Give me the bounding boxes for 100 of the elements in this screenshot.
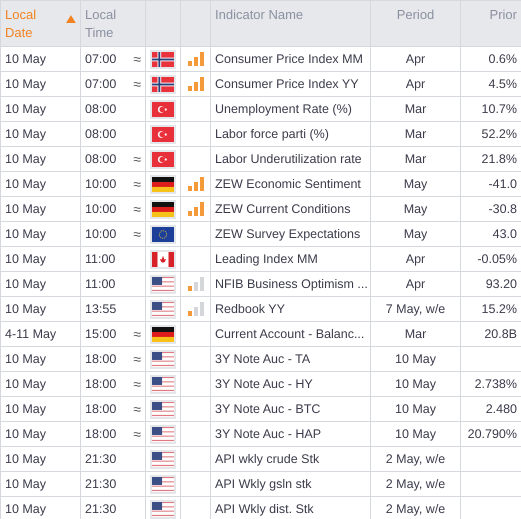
- country-flag-icon: [150, 350, 176, 368]
- period-cell: Apr: [370, 46, 460, 72]
- indicator-name-cell: 3Y Note Auc - BTC: [210, 396, 370, 422]
- time-text: 08:00: [85, 152, 116, 166]
- period-cell: 10 May: [370, 372, 460, 396]
- country-flag-icon: [150, 74, 176, 94]
- period-cell: 10 May: [370, 346, 460, 372]
- time-text: 15:00: [85, 327, 116, 341]
- time-text: 18:00: [85, 427, 116, 441]
- country-flag-icon: [150, 200, 176, 218]
- date-cell: 10 May: [0, 496, 80, 519]
- date-cell: 10 May: [0, 72, 80, 96]
- approximate-mark: ≈: [133, 51, 141, 67]
- indicator-name-cell: Labor Underutilization rate: [210, 146, 370, 172]
- date-cell: 10 May: [0, 372, 80, 396]
- column-header[interactable]: [146, 0, 180, 46]
- indicator-name-cell: ZEW Economic Sentiment: [210, 172, 370, 196]
- period-cell: 2 May, w/e: [370, 472, 460, 496]
- date-cell: 10 May: [0, 172, 80, 196]
- country-flag-icon: [150, 500, 176, 518]
- approximate-mark: ≈: [133, 201, 141, 217]
- column-header[interactable]: Prior: [460, 0, 521, 46]
- indicator-name-cell: Current Account - Balanc...: [210, 322, 370, 346]
- sort-ascending-icon: [66, 14, 76, 23]
- period-cell: Mar: [370, 322, 460, 346]
- date-cell: 10 May: [0, 422, 80, 446]
- period-cell: Mar: [370, 146, 460, 172]
- date-cell: 10 May: [0, 272, 80, 296]
- approximate-mark: ≈: [133, 326, 141, 342]
- date-cell: 10 May: [0, 346, 80, 372]
- period-cell: Mar: [370, 122, 460, 146]
- approximate-mark: ≈: [133, 226, 141, 242]
- indicator-name-cell: 3Y Note Auc - HY: [210, 372, 370, 396]
- country-flag-icon: [150, 400, 176, 418]
- country-flag-icon: [150, 324, 176, 344]
- country-flag-icon: [150, 50, 176, 68]
- indicator-name-cell: API Wkly gsln stk: [210, 472, 370, 496]
- date-cell: 10 May: [0, 396, 80, 422]
- time-text: 11:00: [85, 252, 116, 266]
- indicator-name-cell: API wkly crude Stk: [210, 446, 370, 472]
- period-cell: 7 May, w/e: [370, 296, 460, 322]
- date-cell: 4-11 May: [0, 322, 80, 346]
- approximate-mark: ≈: [133, 151, 141, 167]
- country-flag-icon: [150, 450, 176, 468]
- country-flag-icon: [150, 174, 176, 194]
- country-flag-icon: [150, 374, 176, 394]
- indicator-name-cell: ZEW Survey Expectations: [210, 222, 370, 246]
- date-cell: 10 May: [0, 472, 80, 496]
- country-flag-icon: [150, 274, 176, 294]
- indicator-name-cell: Leading Index MM: [210, 246, 370, 272]
- period-cell: Mar: [370, 96, 460, 122]
- importance-meter: [188, 277, 204, 291]
- approximate-mark: ≈: [133, 376, 141, 392]
- time-text: 18:00: [85, 377, 116, 391]
- date-cell: 10 May: [0, 46, 80, 72]
- period-cell: Apr: [370, 246, 460, 272]
- time-text: 21:30: [85, 502, 116, 516]
- date-cell: 10 May: [0, 96, 80, 122]
- country-flag-icon: [150, 250, 176, 268]
- indicator-name-cell: Consumer Price Index MM: [210, 46, 370, 72]
- country-flag-icon: [150, 224, 176, 244]
- importance-meter: [188, 77, 204, 91]
- time-text: 13:55: [85, 302, 116, 316]
- calendar-table: Local Date Local Time Indicator Name Period Prior 10 May 07:00 ≈ Consumer Price Index MM Apr 0.6% 10 May 07:00 ≈ Consumer Price Index YY Apr 4.5% 10 May 08:00 Unemployment Rate (%) Mar 10.7% 10 May 08:00 Labor force parti (%) Mar 52.2% 10 May 08:00 ≈ Labor Underutilization rate Mar 21.8% 10 May 10:00 ≈ ZEW Economic Sentiment May -41.0 10 May 10:00 ≈ ZEW Current Conditions May -30.8 10 May 10:00 ≈ ZEW Survey Expectations May 43.0 10 May 11:00 Leading Index MM Apr -0.05% 10 May 11:00 NFIB Business Optimism ... Apr 93.20 10 May 13:55 Redbook YY 7 May, w/e 15.2% 4-11 May 15:00 ≈ Current Account - Balanc... Mar 20.8B 10 May 18:00 ≈ 3Y Note Auc - TA 10 May 10 May 18:00 ≈ 3Y Note Auc - HY 10 May 2.738% 10 May 18:00 ≈ 3Y Note Auc - BTC 10 May 2.480 10 May 18:00 ≈ 3Y Note Auc - HAP 10 May 20.790% 10 May 21:30 API wkly crude Stk 2 May, w/e 10 May 21:30 API Wkly gsln stk 2 May, w/e 10 May 21:30 API Wkly dist. Stk 2 May, w/e: [0, 0, 521, 519]
- approximate-mark: ≈: [133, 76, 141, 92]
- approximate-mark: ≈: [133, 176, 141, 192]
- time-text: 21:30: [85, 452, 116, 466]
- date-cell: 10 May: [0, 246, 80, 272]
- period-cell: May: [370, 172, 460, 196]
- column-header[interactable]: Indicator Name: [210, 0, 370, 46]
- date-cell: 10 May: [0, 146, 80, 172]
- period-cell: 2 May, w/e: [370, 446, 460, 472]
- time-text: 10:00: [85, 177, 116, 191]
- column-header[interactable]: Local Date: [0, 0, 80, 46]
- indicator-name-cell: Labor force parti (%): [210, 122, 370, 146]
- importance-meter: [188, 302, 204, 316]
- period-cell: Apr: [370, 72, 460, 96]
- importance-meter: [188, 52, 204, 66]
- time-text: 08:00: [85, 127, 116, 141]
- period-cell: May: [370, 222, 460, 246]
- approximate-mark: ≈: [133, 401, 141, 417]
- country-flag-icon: [150, 124, 176, 144]
- period-cell: 10 May: [370, 396, 460, 422]
- indicator-name-cell: 3Y Note Auc - TA: [210, 346, 370, 372]
- column-header[interactable]: Period: [370, 0, 460, 46]
- importance-meter: [188, 202, 204, 216]
- time-text: 18:00: [85, 352, 116, 366]
- country-flag-icon: [150, 150, 176, 168]
- time-text: 21:30: [85, 477, 116, 491]
- indicator-name-cell: ZEW Current Conditions: [210, 196, 370, 222]
- indicator-name-cell: Unemployment Rate (%): [210, 96, 370, 122]
- approximate-mark: ≈: [133, 426, 141, 442]
- country-flag-icon: [150, 474, 176, 494]
- date-cell: 10 May: [0, 122, 80, 146]
- time-text: 10:00: [85, 202, 116, 216]
- column-header[interactable]: [180, 0, 210, 46]
- country-flag-icon: [150, 300, 176, 318]
- column-header[interactable]: Local Time: [80, 0, 146, 46]
- time-text: 07:00: [85, 77, 116, 91]
- indicator-name-cell: Consumer Price Index YY: [210, 72, 370, 96]
